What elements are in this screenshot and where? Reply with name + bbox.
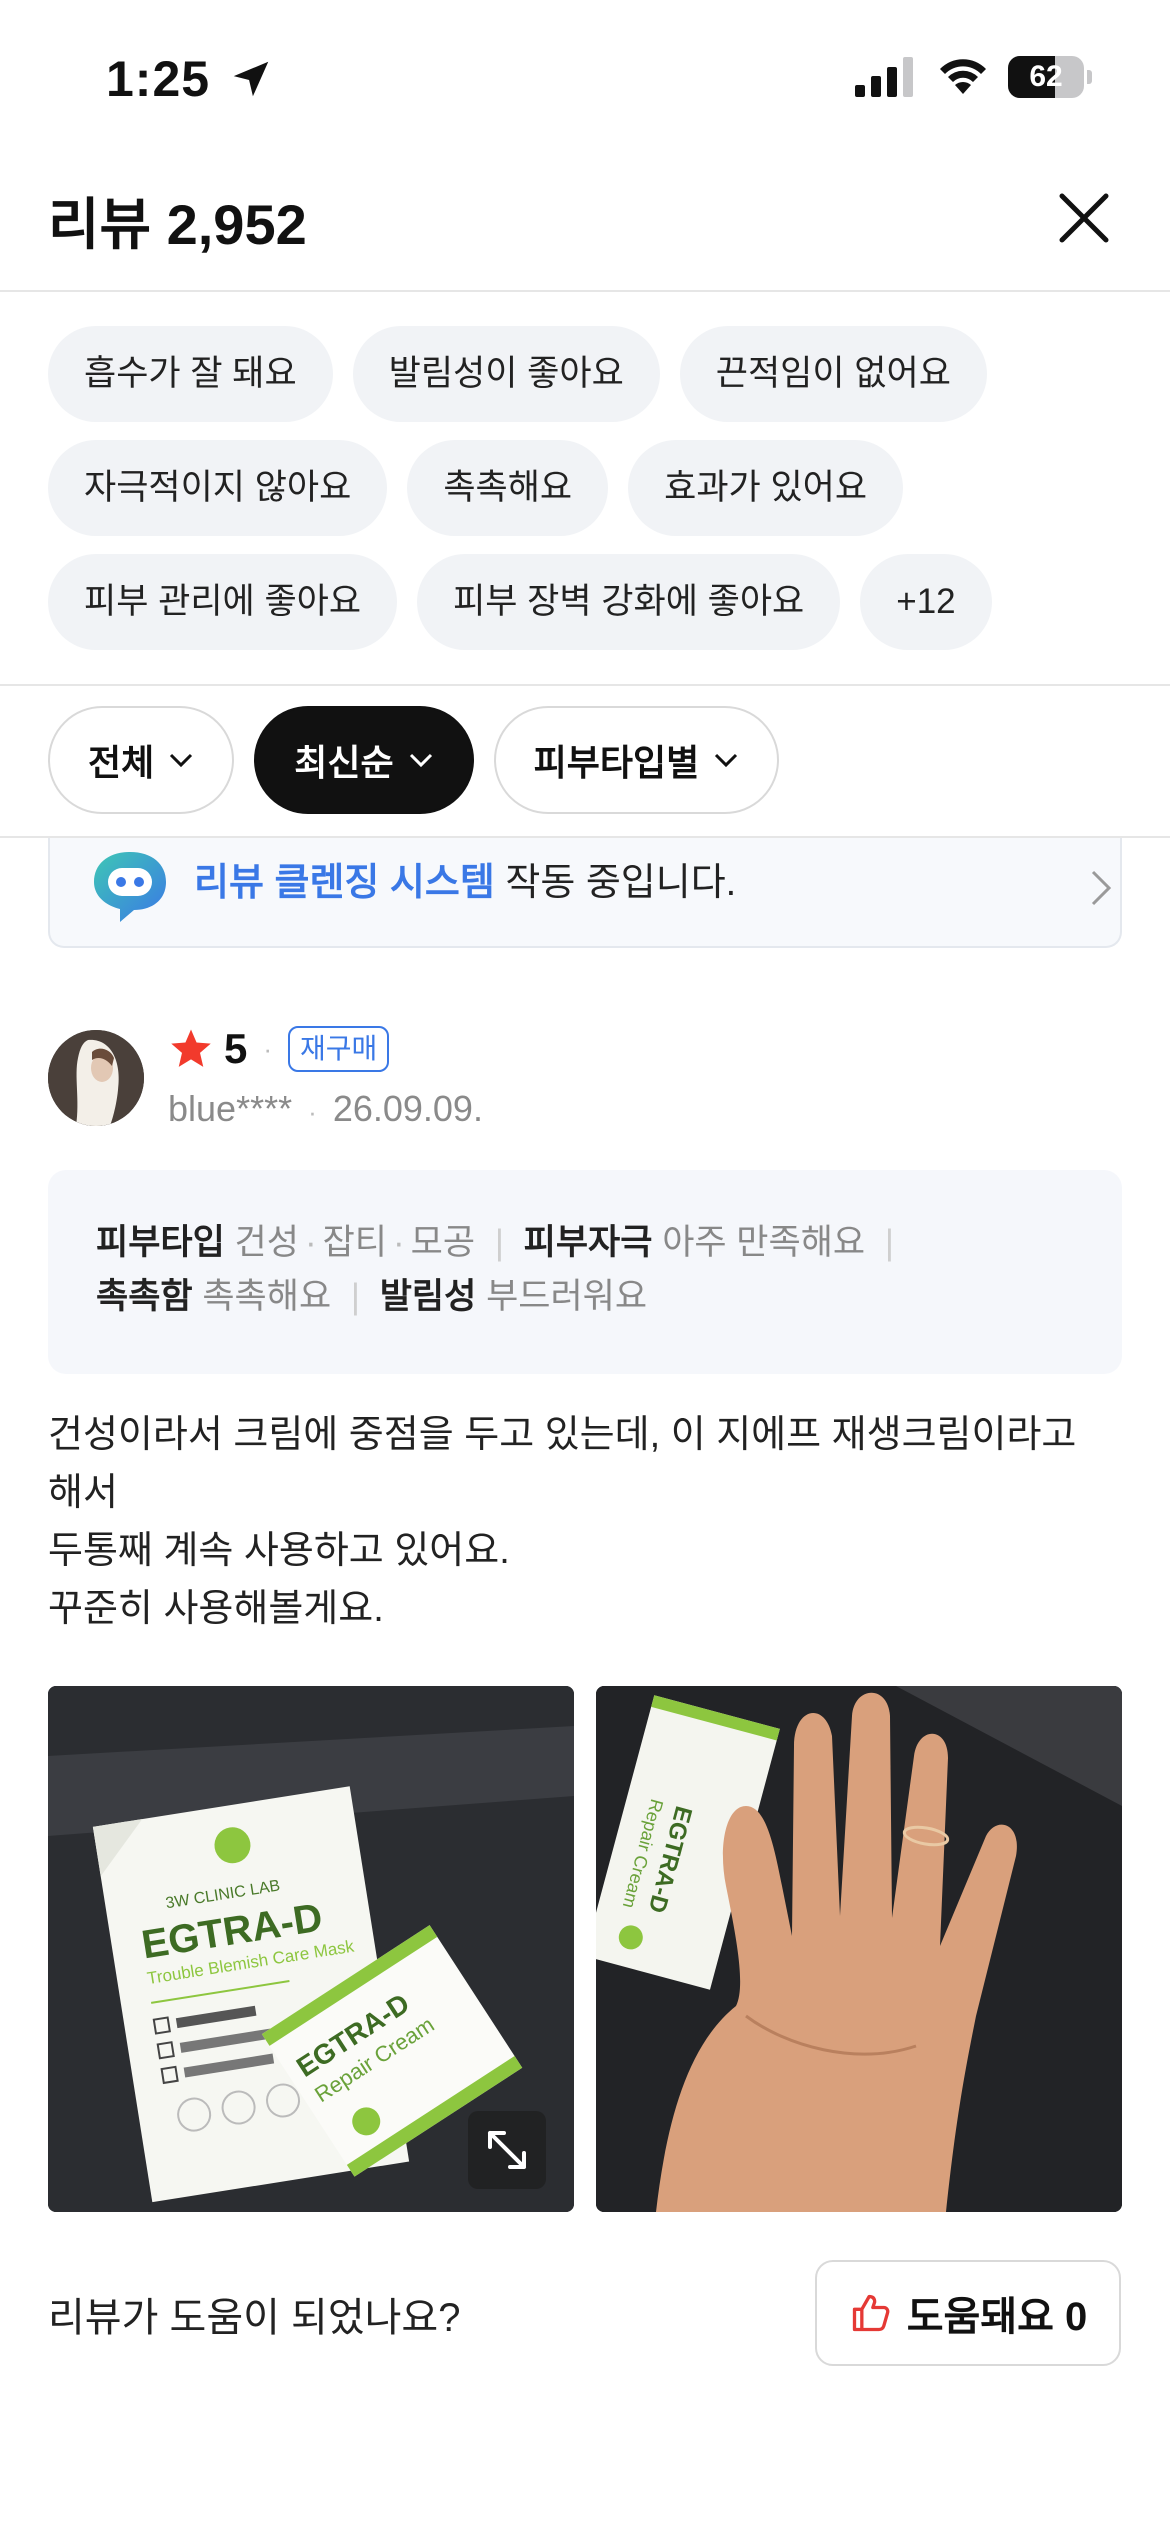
review-page: 1:25 62 리뷰 2,952 흡수가 잘 돼요 발림성이 좋아요 끈적임이 … <box>0 0 1170 2532</box>
filter-skin-type-label: 피부타입별 <box>533 742 700 783</box>
helpful-button[interactable]: 도움돼요 0 <box>815 2260 1121 2366</box>
filter-skin-type-button[interactable]: 피부타입별 <box>493 706 780 814</box>
review-cleansing-banner[interactable]: 리뷰 클렌징 시스템 작동 중입니다. <box>48 838 1122 948</box>
review-rating-row: 5 · 재구매 <box>168 1022 390 1076</box>
avatar <box>48 1030 144 1126</box>
location-arrow-icon <box>233 61 269 97</box>
tag-chip[interactable]: 자극적이지 않아요 <box>48 440 388 536</box>
filter-bar: 전체 최신순 피부타입별 <box>48 706 780 814</box>
reviewer-name: blue**** <box>168 1088 293 1129</box>
divider <box>0 684 1170 686</box>
status-bar: 1:25 62 <box>0 0 1170 150</box>
review-body: 건성이라서 크림에 중점을 두고 있는데, 이 지에프 재생크림이라고 해서 두… <box>48 1406 1128 1638</box>
review-line: 건성이라서 크림에 중점을 두고 있는데, 이 지에프 재생크림이라고 <box>48 1414 1077 1456</box>
moisture-label: 촉촉함 <box>96 1277 193 1316</box>
banner-text: 리뷰 클렌징 시스템 작동 중입니다. <box>194 858 736 908</box>
review-date: 26.09.09. <box>332 1088 483 1129</box>
review-line: 꾸준히 사용해볼게요. <box>48 1588 384 1630</box>
filter-latest-label: 최신순 <box>294 742 394 783</box>
status-time: 1:25 <box>106 51 211 107</box>
rating-value: 5 <box>224 1025 248 1072</box>
banner-accent: 리뷰 클렌징 시스템 <box>194 862 495 904</box>
tag-chip[interactable]: 발림성이 좋아요 <box>352 326 660 422</box>
tag-chip[interactable]: 끈적임이 없어요 <box>679 326 987 422</box>
filter-all-label: 전체 <box>88 742 155 783</box>
review-photo[interactable]: EGTRA-D Repair Cream <box>596 1686 1122 2212</box>
skin-type-label: 피부타입 <box>96 1223 225 1262</box>
repurchase-badge: 재구매 <box>288 1026 390 1072</box>
star-icon <box>171 1029 211 1067</box>
tag-chip[interactable]: 피부 관리에 좋아요 <box>48 554 398 650</box>
chevron-down-icon <box>170 753 193 768</box>
review-line: 두통째 계속 사용하고 있어요. <box>48 1530 510 1572</box>
robot-icon <box>94 852 166 922</box>
review-keyword-tags: 흡수가 잘 돼요 발림성이 좋아요 끈적임이 없어요 자극적이지 않아요 촉촉해… <box>48 326 1128 668</box>
thumbs-up-icon <box>852 2294 890 2332</box>
separator-dot: · <box>308 1097 317 1127</box>
expand-photo-button[interactable] <box>468 2111 546 2189</box>
close-button[interactable] <box>1052 186 1116 250</box>
review-photo[interactable]: 3W CLINIC LAB EGTRA-D Trouble Blemish Ca… <box>48 1686 574 2212</box>
helpful-label: 도움돼요 0 <box>906 2295 1088 2339</box>
irritation-value: 아주 만족해요 <box>662 1223 866 1262</box>
irritation-label: 피부자극 <box>523 1223 653 1262</box>
separator-dot: · <box>263 1033 273 1064</box>
wifi-icon <box>940 59 986 94</box>
tag-chip[interactable]: 피부 장벽 강화에 좋아요 <box>417 554 841 650</box>
spreadability-label: 발림성 <box>379 1277 477 1316</box>
skin-type-value: 건성 <box>234 1223 299 1262</box>
avatar-image <box>48 1030 144 1126</box>
skin-type-value: 모공 <box>410 1223 476 1262</box>
tag-chip[interactable]: 효과가 있어요 <box>628 440 904 536</box>
filter-latest-button[interactable]: 최신순 <box>254 706 474 814</box>
chevron-right-icon <box>1091 870 1112 906</box>
page-header: 리뷰 2,952 <box>0 150 1170 292</box>
more-tags-chip[interactable]: +12 <box>860 554 992 650</box>
hand-photo-image: EGTRA-D Repair Cream <box>596 1686 1122 2212</box>
moisture-value: 촉촉해요 <box>202 1277 332 1316</box>
banner-rest: 작동 중입니다. <box>494 862 737 904</box>
expand-icon <box>488 2131 526 2169</box>
page-title: 리뷰 2,952 <box>48 193 307 256</box>
filter-all-button[interactable]: 전체 <box>48 706 235 814</box>
chevron-down-icon <box>409 753 432 768</box>
spreadability-value: 부드러워요 <box>486 1277 648 1316</box>
battery-level: 62 <box>1029 60 1063 93</box>
battery-icon: 62 <box>1008 56 1092 98</box>
review-attributes-box: 피부타입 건성 · 잡티 · 모공 | 피부자극 아주 만족해요 | 촉촉함 촉촉해요 … <box>48 1170 1122 1374</box>
helpful-question: 리뷰가 도움이 되었나요? <box>48 2296 461 2340</box>
review-line: 해서 <box>48 1472 118 1514</box>
cellular-signal-icon <box>855 57 913 97</box>
chevron-down-icon <box>715 753 738 768</box>
tag-chip[interactable]: 흡수가 잘 돼요 <box>48 326 333 422</box>
tag-chip[interactable]: 촉촉해요 <box>407 440 609 536</box>
review-meta: blue**** · 26.09.09. <box>168 1088 483 1130</box>
skin-type-value: 잡티 <box>322 1223 388 1262</box>
